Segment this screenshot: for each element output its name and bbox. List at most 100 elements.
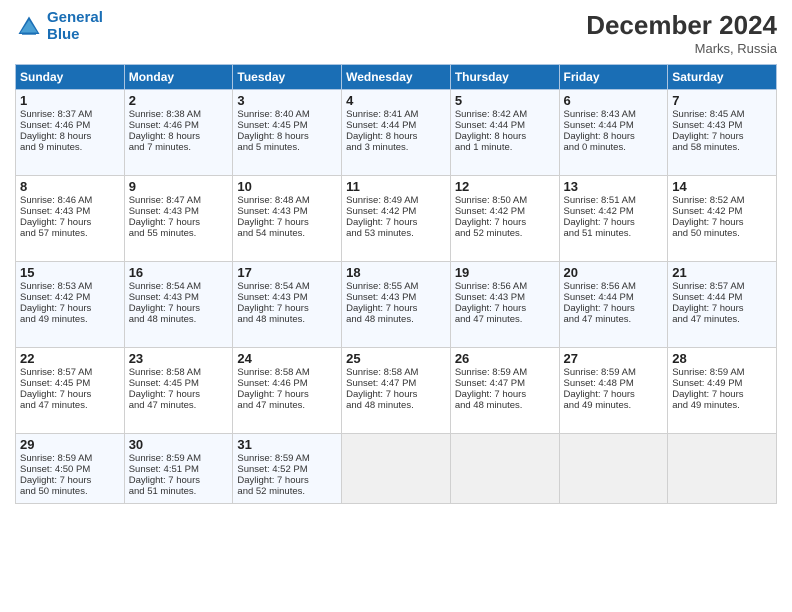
day-info: and 54 minutes. [237,228,337,239]
day-info: Daylight: 7 hours [237,475,337,486]
day-number: 1 [20,93,120,108]
day-info: Sunset: 4:46 PM [237,378,337,389]
day-info: Daylight: 8 hours [129,131,229,142]
logo-line2: Blue [47,26,80,43]
day-info: Sunset: 4:42 PM [455,206,555,217]
day-info: and 48 minutes. [129,314,229,325]
day-info: Sunset: 4:47 PM [346,378,446,389]
day-info: and 48 minutes. [346,400,446,411]
logo: General Blue [15,10,103,43]
logo-text: General Blue [47,10,103,43]
day-info: Sunset: 4:44 PM [672,292,772,303]
day-info: Daylight: 7 hours [672,217,772,228]
day-number: 22 [20,351,120,366]
day-number: 25 [346,351,446,366]
table-row: 13Sunrise: 8:51 AMSunset: 4:42 PMDayligh… [559,176,668,262]
day-number: 12 [455,179,555,194]
table-row: 6Sunrise: 8:43 AMSunset: 4:44 PMDaylight… [559,90,668,176]
day-number: 27 [564,351,664,366]
day-info: and 0 minutes. [564,142,664,153]
day-info: Daylight: 7 hours [20,217,120,228]
day-info: Sunrise: 8:56 AM [455,281,555,292]
day-info: and 50 minutes. [672,228,772,239]
day-number: 2 [129,93,229,108]
table-row: 25Sunrise: 8:58 AMSunset: 4:47 PMDayligh… [342,348,451,434]
day-info: Sunrise: 8:59 AM [129,453,229,464]
table-row: 11Sunrise: 8:49 AMSunset: 4:42 PMDayligh… [342,176,451,262]
day-info: Sunrise: 8:49 AM [346,195,446,206]
day-number: 17 [237,265,337,280]
day-info: Sunset: 4:45 PM [20,378,120,389]
day-number: 29 [20,437,120,452]
day-info: and 47 minutes. [672,314,772,325]
day-number: 28 [672,351,772,366]
table-row: 24Sunrise: 8:58 AMSunset: 4:46 PMDayligh… [233,348,342,434]
day-info: Sunset: 4:48 PM [564,378,664,389]
page: General Blue December 2024 Marks, Russia… [0,0,792,612]
col-thursday: Thursday [450,65,559,90]
day-info: and 51 minutes. [129,486,229,497]
day-info: Daylight: 7 hours [672,389,772,400]
day-info: and 48 minutes. [346,314,446,325]
day-info: Sunrise: 8:57 AM [672,281,772,292]
calendar-table: Sunday Monday Tuesday Wednesday Thursday… [15,64,777,504]
col-friday: Friday [559,65,668,90]
day-number: 26 [455,351,555,366]
day-info: Sunrise: 8:40 AM [237,109,337,120]
day-number: 7 [672,93,772,108]
day-info: Sunrise: 8:58 AM [237,367,337,378]
day-info: Daylight: 7 hours [346,303,446,314]
day-number: 31 [237,437,337,452]
day-info: and 48 minutes. [455,400,555,411]
day-info: and 51 minutes. [564,228,664,239]
day-info: Sunrise: 8:54 AM [129,281,229,292]
day-info: Sunrise: 8:50 AM [455,195,555,206]
day-info: Sunset: 4:45 PM [237,120,337,131]
day-info: Sunset: 4:52 PM [237,464,337,475]
day-info: Sunrise: 8:37 AM [20,109,120,120]
col-saturday: Saturday [668,65,777,90]
day-info: and 47 minutes. [455,314,555,325]
table-row: 23Sunrise: 8:58 AMSunset: 4:45 PMDayligh… [124,348,233,434]
col-monday: Monday [124,65,233,90]
header: General Blue December 2024 Marks, Russia [15,10,777,56]
day-info: Sunrise: 8:59 AM [455,367,555,378]
day-info: and 57 minutes. [20,228,120,239]
day-info: Sunrise: 8:48 AM [237,195,337,206]
table-row: 5Sunrise: 8:42 AMSunset: 4:44 PMDaylight… [450,90,559,176]
day-info: and 1 minute. [455,142,555,153]
day-info: and 47 minutes. [20,400,120,411]
table-row: 2Sunrise: 8:38 AMSunset: 4:46 PMDaylight… [124,90,233,176]
day-number: 15 [20,265,120,280]
day-info: Sunset: 4:42 PM [672,206,772,217]
day-info: Sunset: 4:49 PM [672,378,772,389]
day-info: and 5 minutes. [237,142,337,153]
day-info: Sunset: 4:46 PM [129,120,229,131]
month-year: December 2024 [586,10,777,41]
table-row: 17Sunrise: 8:54 AMSunset: 4:43 PMDayligh… [233,262,342,348]
table-row [559,434,668,504]
day-info: Sunrise: 8:59 AM [237,453,337,464]
day-info: and 53 minutes. [346,228,446,239]
day-info: Sunset: 4:42 PM [564,206,664,217]
day-info: Sunset: 4:43 PM [20,206,120,217]
day-number: 21 [672,265,772,280]
day-info: Sunrise: 8:55 AM [346,281,446,292]
day-info: Daylight: 8 hours [20,131,120,142]
day-info: Daylight: 8 hours [455,131,555,142]
table-row: 29Sunrise: 8:59 AMSunset: 4:50 PMDayligh… [16,434,125,504]
day-info: Sunset: 4:44 PM [564,292,664,303]
day-info: and 47 minutes. [129,400,229,411]
table-row: 10Sunrise: 8:48 AMSunset: 4:43 PMDayligh… [233,176,342,262]
day-info: and 47 minutes. [237,400,337,411]
table-row [668,434,777,504]
day-info: Sunrise: 8:59 AM [564,367,664,378]
day-info: Daylight: 7 hours [564,217,664,228]
day-info: Daylight: 7 hours [564,389,664,400]
day-number: 23 [129,351,229,366]
day-number: 4 [346,93,446,108]
day-info: Daylight: 7 hours [455,389,555,400]
day-info: and 7 minutes. [129,142,229,153]
day-number: 18 [346,265,446,280]
day-info: Daylight: 7 hours [20,475,120,486]
